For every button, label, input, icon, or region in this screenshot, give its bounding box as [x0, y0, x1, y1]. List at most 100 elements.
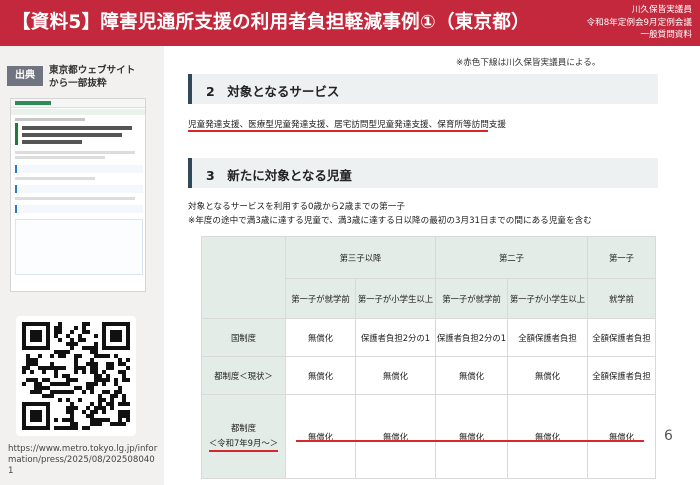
qr-module	[34, 386, 38, 390]
qr-module	[62, 354, 66, 358]
target-description: 対象となるサービスを利用する0歳から2歳までの第一子	[188, 202, 405, 212]
qr-module	[82, 338, 86, 342]
corner-cell	[201, 236, 286, 319]
qr-module	[42, 386, 46, 390]
sub-header: 第一子が就学前	[285, 278, 356, 319]
qr-module	[90, 350, 94, 354]
section-3-title: 3 新たに対象となる児童	[206, 168, 352, 183]
qr-module	[106, 366, 110, 370]
qr-module	[22, 418, 26, 422]
thumb-title-line	[22, 140, 82, 144]
qr-module	[102, 346, 106, 350]
qr-module	[102, 334, 106, 338]
qr-module	[122, 378, 126, 382]
qr-module	[42, 322, 46, 326]
sub-header: 就学前	[587, 278, 656, 319]
qr-module	[118, 410, 122, 414]
thumb-text-line	[15, 177, 95, 180]
qr-module	[82, 346, 86, 350]
qr-module	[98, 374, 102, 378]
qr-module	[42, 402, 46, 406]
qr-module	[102, 390, 106, 394]
qr-module	[54, 370, 58, 374]
qr-module	[126, 378, 130, 382]
qr-module	[30, 358, 34, 362]
underline-note: ※赤色下線は川久保皆実議員による。	[456, 58, 601, 68]
qr-module	[22, 382, 26, 386]
qr-module	[74, 378, 78, 382]
qr-module	[54, 382, 58, 386]
qr-module	[122, 410, 126, 414]
qr-module	[74, 426, 78, 430]
qr-module	[26, 358, 30, 362]
qr-module	[90, 346, 94, 350]
qr-module	[38, 366, 42, 370]
qr-module	[22, 410, 26, 414]
presenter-line-1: 川久保皆実議員	[631, 5, 692, 15]
qr-module	[94, 350, 98, 354]
qr-module	[86, 382, 90, 386]
page-title: 【資料5】障害児通所支援の利用者負担軽減事例①（東京都）	[12, 12, 530, 33]
thumb-breadcrumb	[15, 118, 85, 121]
qr-module	[82, 426, 86, 430]
qr-module	[46, 334, 50, 338]
qr-module	[126, 346, 130, 350]
qr-module	[38, 426, 42, 430]
presenter-info: 川久保皆実議員 令和8年定例会9月定例会議 一般質問資料	[587, 4, 692, 42]
qr-module	[98, 402, 102, 406]
qr-module	[74, 422, 78, 426]
qr-module	[90, 410, 94, 414]
qr-module	[114, 394, 118, 398]
qr-module	[66, 398, 70, 402]
sub-header: 第一子が小学生以上	[355, 278, 436, 319]
qr-module	[90, 422, 94, 426]
qr-module	[82, 370, 86, 374]
qr-module	[30, 426, 34, 430]
qr-module	[78, 398, 82, 402]
qr-module	[26, 322, 30, 326]
qr-module	[110, 362, 114, 366]
qr-module	[54, 418, 58, 422]
qr-module	[94, 374, 98, 378]
qr-module	[110, 366, 114, 370]
qr-module	[62, 350, 66, 354]
qr-module	[118, 390, 122, 394]
qr-module	[54, 374, 58, 378]
burden-table: 第三子以降 第二子 第一子 第一子が就学前 第一子が小学生以上 第一子が就学前 …	[201, 236, 656, 479]
qr-module	[90, 358, 94, 362]
qr-module	[86, 414, 90, 418]
qr-module	[62, 366, 66, 370]
qr-module	[118, 370, 122, 374]
qr-module	[46, 422, 50, 426]
qr-module	[30, 330, 34, 334]
qr-module	[102, 338, 106, 342]
qr-module	[22, 406, 26, 410]
qr-module	[62, 426, 66, 430]
qr-module	[94, 422, 98, 426]
qr-module	[114, 422, 118, 426]
qr-module	[118, 338, 122, 342]
qr-module	[94, 410, 98, 414]
qr-module	[38, 322, 42, 326]
qr-module	[38, 386, 42, 390]
qr-module	[66, 378, 70, 382]
qr-module	[126, 326, 130, 330]
qr-module	[94, 346, 98, 350]
qr-module	[86, 330, 90, 334]
qr-module	[38, 402, 42, 406]
qr-module	[110, 330, 114, 334]
qr-module	[94, 418, 98, 422]
qr-module	[30, 418, 34, 422]
qr-module	[54, 426, 58, 430]
source-description: 東京都ウェブサイト から一部抜粋	[49, 64, 135, 90]
qr-module	[38, 410, 42, 414]
qr-module	[46, 342, 50, 346]
table-cell: 無償化	[355, 356, 436, 395]
qr-module	[38, 354, 42, 358]
qr-module	[122, 394, 126, 398]
qr-module	[54, 350, 58, 354]
thumb-text-line	[15, 197, 135, 200]
qr-module	[102, 330, 106, 334]
qr-module	[94, 342, 98, 346]
qr-module	[94, 406, 98, 410]
